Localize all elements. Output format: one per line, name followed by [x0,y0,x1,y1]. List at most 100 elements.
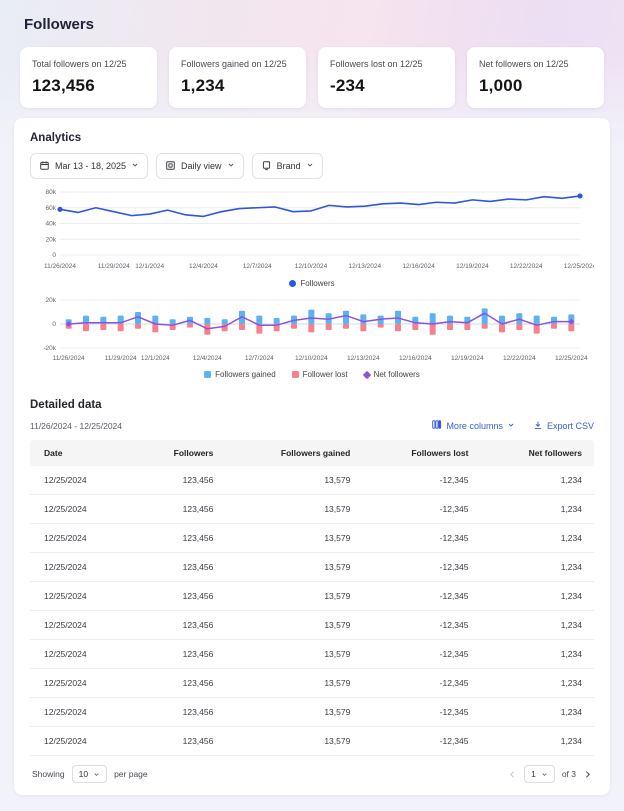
cell-value: 13,579 [223,727,360,756]
legend-item: Followers gained [204,370,275,379]
svg-text:11/26/2024: 11/26/2024 [53,355,85,362]
stat-label: Total followers on 12/25 [32,59,145,69]
cell-value: 13,579 [223,466,360,495]
svg-text:12/16/2024: 12/16/2024 [402,263,435,270]
cell-value: 123,456 [132,582,223,611]
svg-text:11/29/2024: 11/29/2024 [105,355,137,362]
cell-value: 1,234 [479,611,595,640]
cell-value: 123,456 [132,495,223,524]
date-range-filter[interactable]: Mar 13 - 18, 2025 [30,153,148,179]
cell-date: 12/25/2024 [30,611,132,640]
svg-text:40k: 40k [46,221,57,228]
filter-label: Mar 13 - 18, 2025 [55,161,126,171]
table-row: 12/25/2024123,45613,579-12,3451,234 [30,466,594,495]
svg-text:12/4/2024: 12/4/2024 [193,355,222,362]
chevron-left-icon [508,770,517,779]
table-row: 12/25/2024123,45613,579-12,3451,234 [30,553,594,582]
legend-item: Net followers [364,370,420,379]
cell-value: 13,579 [223,582,360,611]
cell-date: 12/25/2024 [30,640,132,669]
svg-text:12/7/2024: 12/7/2024 [245,355,274,362]
cell-value: -12,345 [360,669,478,698]
legend-label: Followers [300,279,334,288]
table-row: 12/25/2024123,45613,579-12,3451,234 [30,582,594,611]
per-page-select[interactable]: 10 [72,765,107,783]
diamond-swatch [362,370,370,378]
filter-label: Daily view [181,161,222,171]
cell-value: -12,345 [360,698,478,727]
cell-value: 1,234 [479,640,595,669]
column-header-followers-lost: Followers lost [360,440,478,466]
stat-label: Net followers on 12/25 [479,59,592,69]
cell-value: -12,345 [360,553,478,582]
table-row: 12/25/2024123,45613,579-12,3451,234 [30,495,594,524]
more-columns-label: More columns [446,421,503,431]
cell-value: 1,234 [479,553,595,582]
stat-value: 1,000 [479,76,592,96]
cell-value: 13,579 [223,669,360,698]
gain-loss-bar-chart-wrap: -20k020k11/26/202411/29/202412/1/202412/… [30,294,594,379]
bar-chart-legend: Followers gained Follower lost Net followe… [30,370,594,379]
download-icon [533,420,543,432]
cell-value: -12,345 [360,640,478,669]
cell-date: 12/25/2024 [30,495,132,524]
svg-text:12/10/2024: 12/10/2024 [295,355,328,362]
showing-label: Showing [32,769,65,779]
table-date-range: 11/26/2024 - 12/25/2024 [30,421,122,431]
svg-text:12/13/2024: 12/13/2024 [347,355,380,362]
cell-date: 12/25/2024 [30,582,132,611]
cell-value: -12,345 [360,495,478,524]
chevron-right-icon [583,770,592,779]
svg-text:0: 0 [52,321,56,328]
device-icon [261,160,272,173]
pagination: 1 of 3 [508,765,592,783]
table-row: 12/25/2024123,45613,579-12,3451,234 [30,611,594,640]
chevron-down-icon [93,771,100,778]
svg-text:60k: 60k [46,205,57,212]
cell-value: -12,345 [360,727,478,756]
brand-filter[interactable]: Brand [252,153,323,179]
followers-line-chart-wrap: 020k40k60k80k11/26/202411/29/202412/1/20… [30,185,594,288]
column-header-date: Date [30,440,132,466]
stat-card-followers-gained: Followers gained on 12/25 1,234 [169,47,306,108]
svg-text:12/19/2024: 12/19/2024 [456,263,489,270]
svg-text:11/26/2024: 11/26/2024 [44,263,76,270]
day-view-icon [165,160,176,173]
cell-value: 1,234 [479,698,595,727]
table-row: 12/25/2024123,45613,579-12,3451,234 [30,524,594,553]
legend-item: Follower lost [292,370,348,379]
svg-text:80k: 80k [46,189,57,196]
cell-date: 12/25/2024 [30,553,132,582]
svg-text:12/16/2024: 12/16/2024 [399,355,432,362]
cell-date: 12/25/2024 [30,524,132,553]
prev-page-button[interactable] [508,770,517,779]
more-columns-button[interactable]: More columns [431,419,515,432]
cell-value: 1,234 [479,466,595,495]
cell-value: 13,579 [223,524,360,553]
column-header-net-followers: Net followers [479,440,595,466]
chevron-down-icon [507,421,515,431]
detailed-data-title: Detailed data [30,399,594,411]
cell-value: 13,579 [223,698,360,727]
detailed-data-table: Date Followers Followers gained Follower… [30,440,594,756]
cell-date: 12/25/2024 [30,669,132,698]
next-page-button[interactable] [583,770,592,779]
table-row: 12/25/2024123,45613,579-12,3451,234 [30,698,594,727]
stat-value: -234 [330,76,443,96]
cell-date: 12/25/2024 [30,727,132,756]
table-row: 12/25/2024123,45613,579-12,3451,234 [30,727,594,756]
view-granularity-filter[interactable]: Daily view [156,153,244,179]
stat-label: Followers gained on 12/25 [181,59,294,69]
export-csv-button[interactable]: Export CSV [533,420,594,432]
cell-value: 1,234 [479,669,595,698]
square-swatch [204,371,211,378]
cell-value: 123,456 [132,698,223,727]
cell-value: 13,579 [223,495,360,524]
filter-label: Brand [277,161,301,171]
svg-text:-20k: -20k [43,345,56,352]
svg-text:12/19/2024: 12/19/2024 [451,355,484,362]
page-select[interactable]: 1 [524,765,555,783]
table-footer: Showing 10 per page 1 of 3 [30,765,594,783]
columns-icon [431,419,442,432]
column-header-followers-gained: Followers gained [223,440,360,466]
